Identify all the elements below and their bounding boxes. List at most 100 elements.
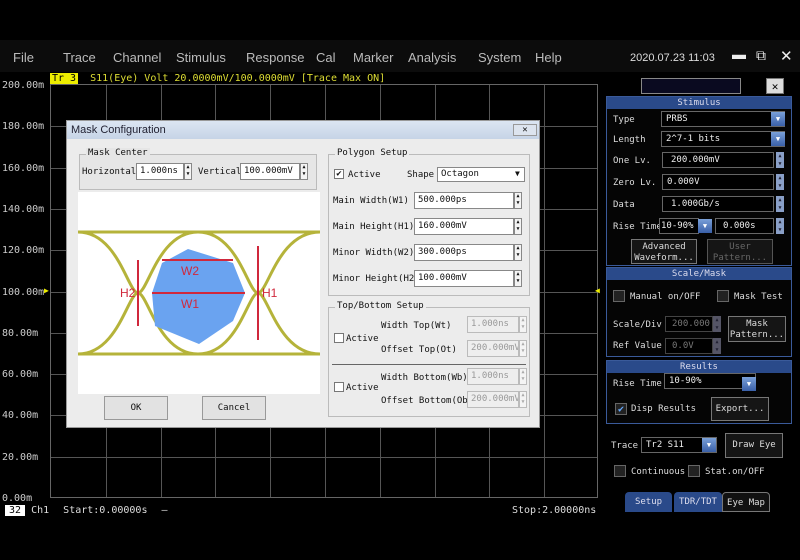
polygon-field-spinner[interactable]: ▲ ▼ bbox=[514, 244, 522, 261]
menu-trace[interactable]: Trace bbox=[63, 50, 96, 65]
shape-select[interactable]: Octagon bbox=[437, 167, 525, 182]
close-icon[interactable]: ✕ bbox=[780, 47, 793, 65]
polygon-field-label: Minor Width(W2) bbox=[333, 248, 415, 258]
length-select[interactable]: 2^7-1 bits bbox=[661, 131, 785, 147]
tab-tdr-tdt[interactable]: TDR/TDT bbox=[674, 492, 722, 512]
menu-cal[interactable]: Cal bbox=[316, 50, 336, 65]
y-axis-label: 40.00m bbox=[2, 410, 39, 422]
stop-value: Stop:2.00000ns bbox=[512, 505, 597, 516]
continuous-checkbox[interactable] bbox=[614, 465, 626, 477]
scale-div-spinner[interactable]: ▲ ▼ bbox=[713, 316, 721, 332]
mask-pattern-button[interactable]: Mask Pattern... bbox=[728, 316, 786, 342]
polygon-field-label: Minor Height(H2) bbox=[333, 274, 420, 284]
menu-channel[interactable]: Channel bbox=[113, 50, 161, 65]
polygon-field-input[interactable]: 300.000ps bbox=[414, 244, 514, 261]
data-rate-input[interactable]: 1.000Gb/s bbox=[662, 196, 774, 212]
horizontal-spinner[interactable]: ▲ ▼ bbox=[184, 163, 192, 180]
menu-analysis[interactable]: Analysis bbox=[408, 50, 456, 65]
width-top-input[interactable]: 1.000ns bbox=[467, 316, 519, 333]
menu-help[interactable]: Help bbox=[535, 50, 562, 65]
one-level-spinner[interactable]: ▲ ▼ bbox=[776, 152, 784, 168]
manual-label: Manual on/OFF bbox=[630, 292, 701, 302]
horizontal-input[interactable]: 1.000ns bbox=[136, 163, 184, 180]
chevron-down-icon[interactable]: ▼ bbox=[742, 377, 756, 391]
vertical-label: Vertical bbox=[198, 167, 242, 177]
top-bottom-setup-title: Top/Bottom Setup bbox=[335, 301, 426, 311]
width-top-spinner[interactable]: ▲ ▼ bbox=[519, 316, 527, 333]
menu-system[interactable]: System bbox=[478, 50, 521, 65]
results-rise-time-label: Rise Time bbox=[613, 379, 662, 389]
draw-eye-button[interactable]: Draw Eye bbox=[725, 433, 783, 458]
one-level-input[interactable]: 200.000mV bbox=[662, 152, 774, 168]
panel-title-field bbox=[641, 78, 741, 94]
polygon-active-checkbox[interactable]: ✔ bbox=[334, 169, 344, 179]
polygon-field-spinner[interactable]: ▲ ▼ bbox=[514, 192, 522, 209]
scale-mask-title: Scale/Mask bbox=[607, 268, 791, 280]
scale-mask-section: Scale/Mask Manual on/OFF Mask Test Scale… bbox=[606, 267, 792, 357]
menu-response[interactable]: Response bbox=[246, 50, 305, 65]
polygon-field-input[interactable]: 100.000mV bbox=[414, 270, 514, 287]
data-rate-spinner[interactable]: ▲ ▼ bbox=[776, 196, 784, 212]
mask-test-checkbox[interactable] bbox=[717, 290, 729, 302]
panel-close-button[interactable]: ✕ bbox=[766, 78, 784, 94]
advanced-waveform-button[interactable]: Advanced Waveform... bbox=[631, 239, 697, 264]
menu-marker[interactable]: Marker bbox=[353, 50, 393, 65]
dialog-close-button[interactable]: ✕ bbox=[513, 124, 537, 136]
polygon-field-spinner[interactable]: ▲ ▼ bbox=[514, 218, 522, 235]
zero-level-input[interactable]: 0.000V bbox=[662, 174, 774, 190]
y-axis-label: 200.00m bbox=[2, 80, 45, 91]
zero-level-spinner[interactable]: ▲ ▼ bbox=[776, 174, 784, 190]
rise-time-spinner[interactable]: ▲ ▼ bbox=[776, 218, 784, 234]
ref-value-spinner[interactable]: ▲ ▼ bbox=[713, 338, 721, 354]
menu-stimulus[interactable]: Stimulus bbox=[176, 50, 226, 65]
top-active-checkbox[interactable] bbox=[334, 333, 344, 343]
polygon-field-spinner[interactable]: ▲ ▼ bbox=[514, 270, 522, 287]
bottom-active-label: Active bbox=[346, 383, 379, 393]
ref-value-input[interactable]: 0.0V bbox=[665, 338, 713, 354]
chevron-down-icon[interactable]: ▼ bbox=[702, 438, 716, 452]
scale-div-input[interactable]: 200.000 bbox=[665, 316, 713, 332]
mask-test-label: Mask Test bbox=[734, 292, 783, 302]
offset-bottom-spinner[interactable]: ▲ ▼ bbox=[519, 391, 527, 408]
manual-checkbox[interactable] bbox=[613, 290, 625, 302]
disp-results-checkbox[interactable]: ✔ bbox=[615, 403, 627, 415]
menu-file[interactable]: File bbox=[13, 50, 34, 65]
chevron-down-icon[interactable]: ▼ bbox=[698, 219, 712, 233]
chevron-down-icon[interactable]: ▼ bbox=[515, 169, 520, 178]
minimize-icon[interactable]: ▬ bbox=[732, 46, 746, 62]
tab-setup[interactable]: Setup bbox=[625, 492, 672, 512]
vertical-spinner[interactable]: ▲ ▼ bbox=[300, 163, 308, 180]
width-bottom-input[interactable]: 1.000ns bbox=[467, 368, 519, 385]
ok-button[interactable]: OK bbox=[104, 396, 168, 420]
h2-label: H2 bbox=[120, 286, 136, 300]
trace-badge[interactable]: Tr 3 bbox=[50, 73, 79, 84]
y-axis-label: 20.00m bbox=[2, 451, 39, 463]
type-select[interactable]: PRBS bbox=[661, 111, 785, 127]
offset-top-spinner[interactable]: ▲ ▼ bbox=[519, 340, 527, 357]
polygon-setup-title: Polygon Setup bbox=[335, 148, 410, 158]
tab-eye-map[interactable]: Eye Map bbox=[722, 492, 770, 512]
restore-icon[interactable]: ⧉ bbox=[756, 47, 766, 64]
offset-bottom-input[interactable]: 200.000mV bbox=[467, 391, 519, 408]
top-active-label: Active bbox=[346, 334, 379, 344]
chevron-down-icon[interactable]: ▼ bbox=[771, 112, 785, 126]
stat-checkbox[interactable] bbox=[688, 465, 700, 477]
rise-time-mode-select[interactable]: 10-90% bbox=[659, 218, 699, 234]
rise-time-input[interactable]: 0.000s bbox=[715, 218, 774, 234]
vertical-input[interactable]: 100.000mV bbox=[240, 163, 300, 180]
polygon-field-input[interactable]: 500.000ps bbox=[414, 192, 514, 209]
polygon-field-label: Main Width(W1) bbox=[333, 196, 409, 206]
export-button[interactable]: Export... bbox=[711, 397, 769, 421]
offset-top-input[interactable]: 200.000mV bbox=[467, 340, 519, 357]
disp-results-label: Disp Results bbox=[631, 404, 697, 414]
shape-label: Shape bbox=[407, 170, 435, 180]
y-axis-label: 140.00m bbox=[2, 203, 45, 215]
grid-line-v bbox=[544, 85, 546, 497]
polygon-field-input[interactable]: 160.000mV bbox=[414, 218, 514, 235]
chevron-down-icon[interactable]: ▼ bbox=[771, 132, 785, 146]
ref-value-label: Ref Value bbox=[613, 341, 662, 351]
cancel-button[interactable]: Cancel bbox=[202, 396, 266, 420]
bottom-active-checkbox[interactable] bbox=[334, 382, 344, 392]
width-bottom-spinner[interactable]: ▲ ▼ bbox=[519, 368, 527, 385]
user-pattern-button[interactable]: User Pattern... bbox=[707, 239, 773, 264]
